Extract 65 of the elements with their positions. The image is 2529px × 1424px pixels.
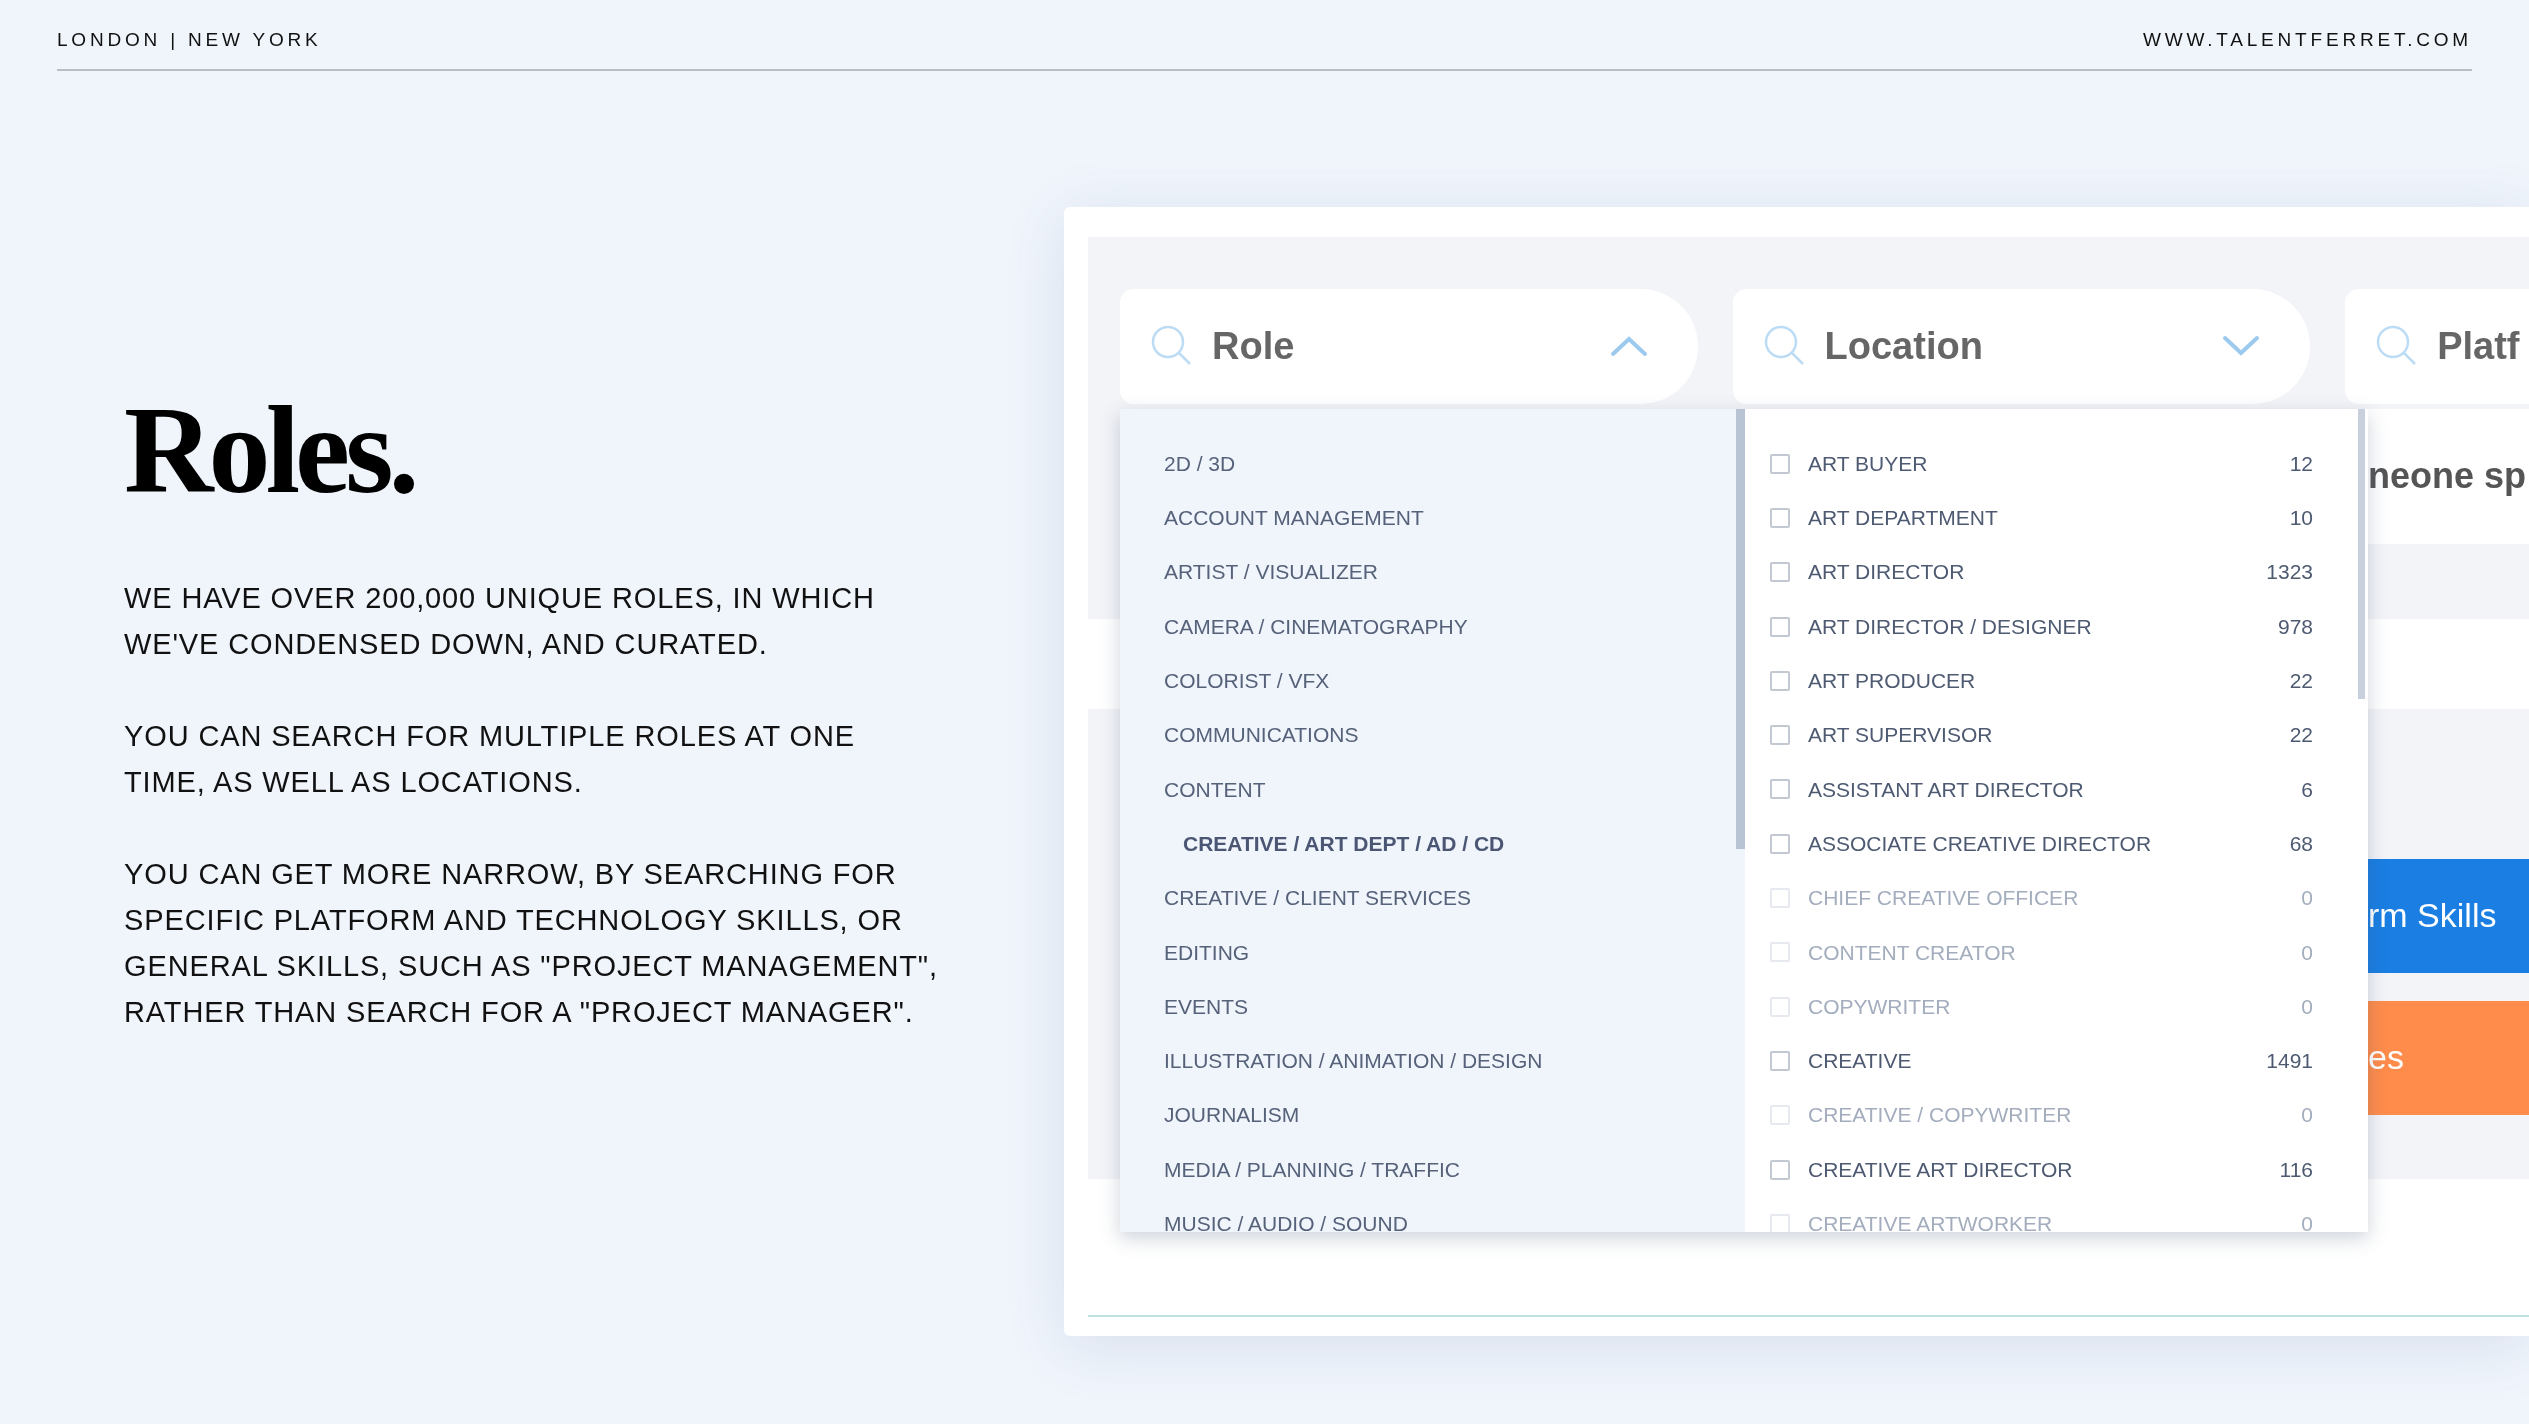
role-group-item[interactable]: MEDIA / PLANNING / TRAFFIC: [1164, 1153, 1460, 1186]
checkbox[interactable]: [1770, 616, 1790, 637]
role-option-label[interactable]: ASSOCIATE CREATIVE DIRECTOR: [1808, 827, 2152, 860]
filter-search-field[interactable]: Platf: [2345, 288, 2529, 404]
role-option-label[interactable]: ART DIRECTOR: [1808, 556, 1965, 588]
checkbox[interactable]: [1770, 670, 1790, 691]
result-count: 0: [2301, 993, 2313, 1020]
role-option-label[interactable]: CREATIVE: [1808, 1045, 1912, 1077]
role-group-item[interactable]: CAMERA / CINEMATOGRAPHY: [1164, 610, 1468, 643]
role-group-item[interactable]: ARTIST / VISUALIZER: [1164, 556, 1378, 588]
role-option-label[interactable]: ART BUYER: [1808, 447, 1928, 480]
role-group-item[interactable]: CREATIVE / CLIENT SERVICES: [1164, 882, 1471, 914]
checkbox[interactable]: [1770, 779, 1790, 800]
slide-title: Roles.: [124, 388, 416, 513]
role-group-item[interactable]: MUSIC / AUDIO / SOUND: [1164, 1208, 1408, 1232]
role-group-item[interactable]: EDITING: [1164, 936, 1250, 969]
body-paragraph: YOU CAN GET MORE NARROW, BY SEARCHING FOR SPECIFIC PLATFORM AND TECHNOLOGY SKILLS, OR GENERAL SKILLS, SUCH AS "PROJECT MANAGEMENT", RATHER THAN SEARCH FOR A "PROJECT MANAGER".: [124, 856, 939, 1030]
search-text: neone sp: [2368, 454, 2527, 498]
role-group-item[interactable]: JOURNALISM: [1164, 1099, 1300, 1131]
role-group-item[interactable]: ACCOUNT MANAGEMENT: [1164, 502, 1424, 534]
result-count: 6: [2301, 776, 2313, 803]
chevron-up-icon[interactable]: [1609, 335, 1648, 357]
office-locations: LONDON | NEW YORK: [57, 28, 322, 52]
role-group-item[interactable]: EVENTS: [1164, 990, 1249, 1023]
filter-search-field[interactable]: Location: [1732, 288, 2311, 404]
result-count: 978: [2277, 613, 2313, 640]
body-paragraph: WE HAVE OVER 200,000 UNIQUE ROLES, IN WHICH WE'VE CONDENSED DOWN, AND CURATED.: [124, 580, 876, 662]
result-count: 0: [2301, 1102, 2313, 1129]
scrollbar[interactable]: [2358, 408, 2365, 699]
result-count: 68: [2289, 830, 2313, 857]
result-count: 0: [2301, 939, 2313, 966]
result-count: 12: [2289, 450, 2313, 477]
role-group-item[interactable]: CREATIVE / ART DEPT / AD / CD: [1183, 827, 1505, 860]
checkbox[interactable]: [1770, 1159, 1790, 1180]
role-option-label[interactable]: CREATIVE ART DIRECTOR: [1808, 1153, 2073, 1186]
result-count: 0: [2301, 885, 2313, 912]
result-count: 1491: [2266, 1048, 2313, 1075]
role-group-item[interactable]: 2D / 3D: [1164, 447, 1236, 480]
result-count: 22: [2289, 668, 2313, 695]
chevron-down-icon[interactable]: [2222, 335, 2261, 357]
result-count: 116: [2279, 1156, 2313, 1183]
scrollbar[interactable]: [1736, 408, 1745, 849]
result-count: 22: [2289, 722, 2313, 749]
role-option-label[interactable]: ART DIRECTOR / DESIGNER: [1808, 610, 2092, 643]
result-count: 0: [2301, 1211, 2313, 1232]
role-group-item[interactable]: ILLUSTRATION / ANIMATION / DESIGN: [1164, 1045, 1543, 1077]
checkbox[interactable]: [1770, 725, 1790, 746]
checkbox[interactable]: [1770, 562, 1790, 583]
checkbox[interactable]: [1770, 1050, 1790, 1071]
filter-search-field[interactable]: Role: [1120, 288, 1698, 404]
body-paragraph: YOU CAN SEARCH FOR MULTIPLE ROLES AT ONE TIME, AS WELL AS LOCATIONS.: [124, 718, 856, 800]
role-option-label[interactable]: ART DEPARTMENT: [1808, 502, 1998, 534]
role-group-item[interactable]: COMMUNICATIONS: [1164, 719, 1359, 751]
role-option-label[interactable]: ASSISTANT ART DIRECTOR: [1808, 773, 2084, 806]
role-option-label[interactable]: ART PRODUCER: [1808, 665, 1976, 697]
checkbox[interactable]: [1770, 833, 1790, 854]
result-count: 10: [2289, 505, 2313, 532]
role-group-item[interactable]: COLORIST / VFX: [1164, 665, 1330, 697]
role-group-item[interactable]: CONTENT: [1164, 773, 1266, 806]
checkbox[interactable]: [1770, 507, 1790, 528]
result-count: 1323: [2266, 559, 2313, 586]
filter-button[interactable]: rm Skills: [2368, 858, 2529, 973]
website-link[interactable]: WWW.TALENTFERRET.COM: [2143, 26, 2472, 55]
checkbox[interactable]: [1770, 453, 1790, 474]
role-option-label[interactable]: ART SUPERVISOR: [1808, 719, 1993, 751]
